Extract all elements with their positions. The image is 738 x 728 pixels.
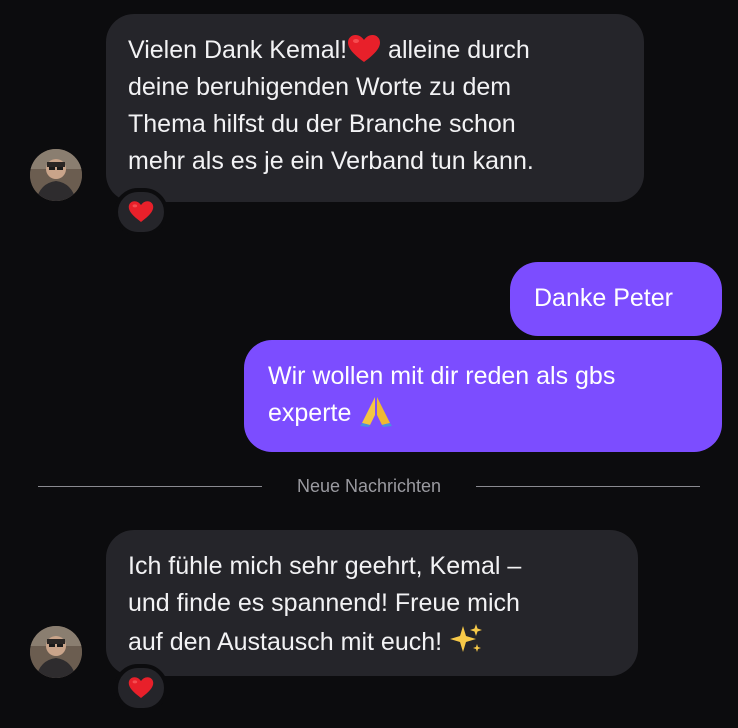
red-heart-icon [128, 201, 154, 222]
red-heart-icon [128, 677, 154, 698]
avatar[interactable] [30, 626, 82, 678]
sparkles-icon [450, 624, 483, 652]
message-bubble-incoming[interactable]: Ich fühle mich sehr geehrt, Kemal – und … [106, 530, 638, 676]
message-bubble-incoming[interactable]: Vielen Dank Kemal! alleine durch deine b… [106, 14, 644, 202]
person-avatar-icon [30, 626, 82, 678]
message-text: Wir wollen mit dir reden als gbs experte [268, 362, 616, 427]
message-text: Danke Peter [534, 284, 673, 312]
folded-hands-icon [360, 397, 393, 427]
message-text: Vielen Dank Kemal! [128, 36, 348, 64]
message-bubble-outgoing[interactable]: Wir wollen mit dir reden als gbs experte [244, 340, 722, 452]
reaction-badge[interactable] [114, 188, 168, 236]
new-messages-divider-label: Neue Nachrichten [296, 476, 442, 496]
red-heart-icon [348, 35, 381, 62]
person-avatar-icon [30, 149, 82, 201]
message-bubble-outgoing[interactable]: Danke Peter [510, 262, 722, 336]
reaction-badge[interactable] [114, 664, 168, 712]
avatar[interactable] [30, 149, 82, 201]
